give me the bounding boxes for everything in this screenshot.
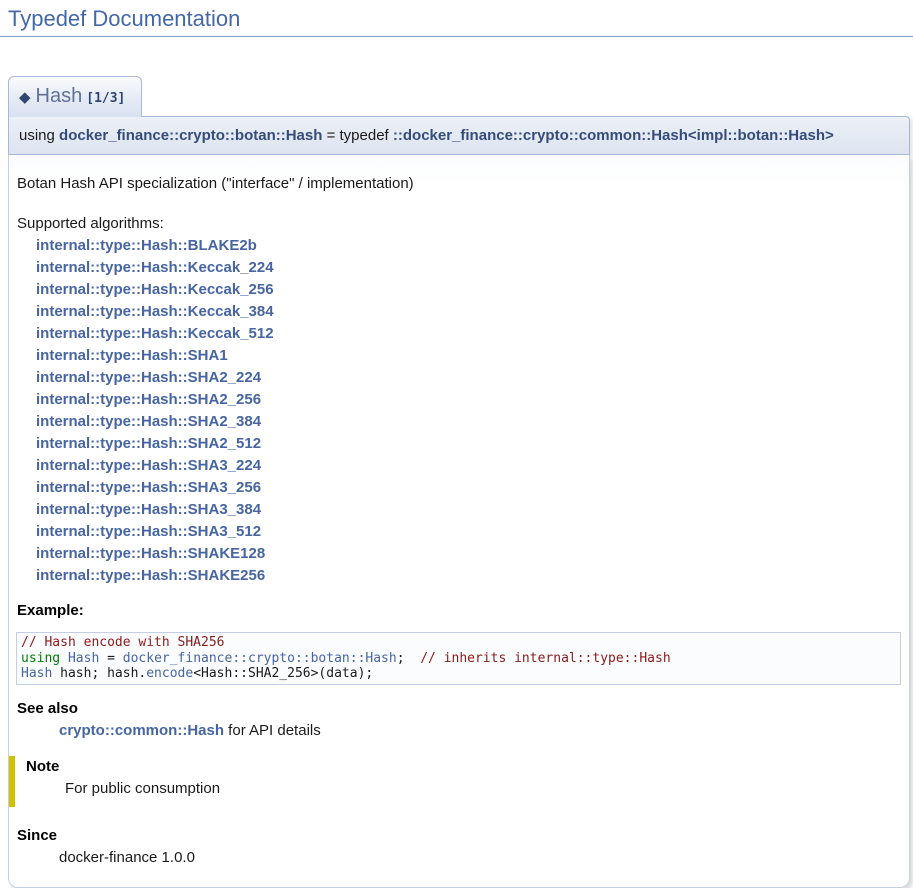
see-also-heading: See also — [17, 699, 901, 718]
algorithms-block: Supported algorithms: — [17, 213, 901, 235]
code-fragment: // Hash encode with SHA256 using Hash = … — [16, 632, 901, 685]
note-text: For public consumption — [65, 779, 901, 798]
example-section: Example: — [17, 601, 901, 620]
member-item-hash: ◆Hash[1/3] using docker_finance::crypto:… — [8, 76, 910, 888]
algorithm-link[interactable]: internal::type::Hash::SHAKE256 — [36, 565, 265, 587]
since-heading: Since — [17, 826, 901, 845]
algorithm-link[interactable]: internal::type::Hash::Keccak_384 — [36, 301, 274, 323]
proto-using-keyword: using — [19, 127, 59, 144]
member-tab-title: Hash — [31, 85, 87, 107]
algorithm-link[interactable]: internal::type::Hash::SHA3_256 — [36, 477, 261, 499]
proto-member-name: docker_finance::crypto::botan::Hash — [59, 127, 322, 144]
algorithm-link[interactable]: internal::type::Hash::SHA2_512 — [36, 433, 261, 455]
example-heading: Example: — [17, 601, 901, 620]
page-title: Typedef Documentation — [0, 0, 913, 37]
algorithm-link[interactable]: internal::type::Hash::SHAKE128 — [36, 543, 265, 565]
code-text: <Hash::SHA2_256>(data); — [193, 666, 373, 681]
algorithm-link[interactable]: internal::type::Hash::Keccak_224 — [36, 257, 274, 279]
member-overload-badge: [1/3] — [86, 91, 125, 106]
see-also-link[interactable]: crypto::common::Hash — [59, 722, 224, 739]
code-link-hash[interactable]: Hash — [68, 651, 99, 666]
algorithm-list: internal::type::Hash::BLAKE2b internal::… — [17, 235, 901, 587]
code-text: hash; hash. — [52, 666, 146, 681]
member-documentation: Botan Hash API specialization ("interfac… — [8, 155, 910, 888]
algorithm-link[interactable]: internal::type::Hash::Keccak_256 — [36, 279, 274, 301]
see-also-suffix: for API details — [224, 722, 321, 739]
code-line: // Hash encode with SHA256 — [21, 635, 896, 651]
algorithm-link[interactable]: internal::type::Hash::SHA2_224 — [36, 367, 261, 389]
since-text: docker-finance 1.0.0 — [59, 848, 901, 867]
code-text: = — [99, 651, 122, 666]
code-line: Hash hash; hash.encode<Hash::SHA2_256>(d… — [21, 666, 896, 682]
algorithm-link[interactable]: internal::type::Hash::Keccak_512 — [36, 323, 274, 345]
algorithm-link[interactable]: internal::type::Hash::SHA3_224 — [36, 455, 261, 477]
code-keyword: using — [21, 651, 68, 666]
code-link-encode[interactable]: encode — [146, 666, 193, 681]
code-comment: // inherits internal::type::Hash — [420, 651, 670, 666]
note-heading: Note — [19, 757, 901, 776]
proto-target-link[interactable]: ::docker_finance::crypto::common::Hash<i… — [393, 127, 834, 144]
code-line: using Hash = docker_finance::crypto::bot… — [21, 651, 896, 667]
permalink-diamond-icon[interactable]: ◆ — [19, 89, 31, 106]
code-text: ; — [397, 651, 420, 666]
algorithm-link[interactable]: internal::type::Hash::BLAKE2b — [36, 235, 257, 257]
code-link-botan-hash[interactable]: docker_finance::crypto::botan::Hash — [123, 651, 397, 666]
intro-text: Botan Hash API specialization ("interfac… — [17, 175, 901, 192]
code-link-hash[interactable]: Hash — [21, 666, 52, 681]
proto-typedef-keyword: = typedef — [322, 127, 392, 144]
algorithm-link[interactable]: internal::type::Hash::SHA2_384 — [36, 411, 261, 433]
member-prototype: using docker_finance::crypto::botan::Has… — [8, 116, 910, 155]
algorithm-link[interactable]: internal::type::Hash::SHA3_384 — [36, 499, 261, 521]
note-section: Note For public consumption — [9, 756, 901, 807]
see-also-section: See also crypto::common::Hash for API de… — [17, 699, 901, 740]
algorithm-link[interactable]: internal::type::Hash::SHA1 — [36, 345, 228, 367]
code-comment: // Hash encode with SHA256 — [21, 635, 225, 650]
algorithms-label: Supported algorithms: — [17, 215, 164, 232]
see-also-content: crypto::common::Hash for API details — [59, 721, 901, 740]
since-section: Since docker-finance 1.0.0 — [17, 826, 901, 867]
algorithm-link[interactable]: internal::type::Hash::SHA3_512 — [36, 521, 261, 543]
member-tab: ◆Hash[1/3] — [8, 76, 142, 117]
algorithm-link[interactable]: internal::type::Hash::SHA2_256 — [36, 389, 261, 411]
